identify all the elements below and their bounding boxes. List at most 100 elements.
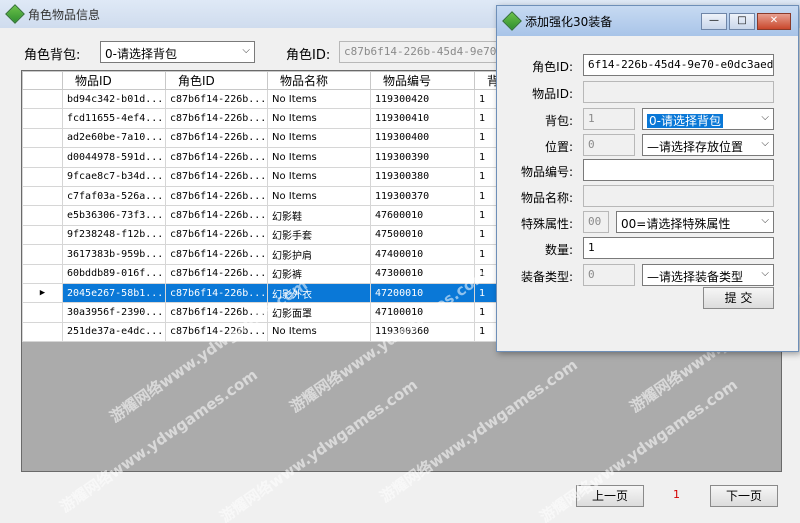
cell-item-code[interactable]: 47400010 <box>370 244 475 265</box>
cell-role-id[interactable]: c87b6f14-226b... <box>165 321 268 343</box>
row-header[interactable] <box>22 244 63 265</box>
cell-item-name[interactable]: 幻影护肩 <box>267 244 371 265</box>
table-row[interactable]: 30a3956f-2390... c87b6f14-226b... 幻影面罩 4710… <box>22 302 515 323</box>
table-row[interactable]: 60bddb89-016f... c87b6f14-226b... 幻影裤 47300… <box>22 263 515 284</box>
cell-item-name[interactable]: No Items <box>267 321 371 343</box>
cell-item-id[interactable]: fcd11655-4ef4... <box>62 108 166 129</box>
row-header[interactable] <box>22 185 63 207</box>
column-header-item-code[interactable]: 物品编号 <box>370 71 475 90</box>
row-header[interactable] <box>22 108 63 129</box>
table-row[interactable]: bd94c342-b01d... c87b6f14-226b... No Items… <box>22 88 515 110</box>
current-row-arrow-icon[interactable]: ▶ <box>22 282 63 304</box>
cell-item-name[interactable]: No Items <box>267 88 371 110</box>
dlg-role-id-field[interactable]: 6f14-226b-45d4-9e70-e0dc3aedf495 <box>583 54 774 76</box>
cell-item-id[interactable]: 2045e267-58b1... <box>62 282 166 304</box>
table-row[interactable]: c7faf03a-526a... c87b6f14-226b... No Items… <box>22 185 515 207</box>
cell-item-id[interactable]: bd94c342-b01d... <box>62 88 166 110</box>
cell-item-id[interactable]: 60bddb89-016f... <box>62 263 166 284</box>
dlg-equip-type-select[interactable]: —请选择装备类型 ⌵ <box>642 264 774 286</box>
table-row[interactable]: 251de37a-e4dc... c87b6f14-226b... No Items… <box>22 321 515 343</box>
column-header-item-id[interactable]: 物品ID <box>62 71 166 90</box>
row-header[interactable] <box>22 127 63 149</box>
bag-select[interactable]: 0-请选择背包 ⌵ <box>100 41 255 63</box>
table-row[interactable]: 3617383b-959b... c87b6f14-226b... 幻影护肩 4740… <box>22 244 515 265</box>
table-row[interactable]: ad2e60be-7a10... c87b6f14-226b... No Items… <box>22 127 515 149</box>
cell-role-id[interactable]: c87b6f14-226b... <box>165 302 268 323</box>
dlg-item-name-field[interactable] <box>583 185 774 207</box>
cell-item-name[interactable]: 幻影手套 <box>267 224 371 246</box>
cell-role-id[interactable]: c87b6f14-226b... <box>165 185 268 207</box>
minimize-button[interactable]: — <box>701 13 727 30</box>
row-header[interactable] <box>22 205 63 226</box>
cell-item-name[interactable]: 幻影外衣 <box>267 282 371 304</box>
table-row[interactable]: e5b36306-73f3... c87b6f14-226b... 幻影鞋 47600… <box>22 205 515 226</box>
cell-item-id[interactable]: d0044978-591d... <box>62 147 166 168</box>
maximize-button[interactable]: □ <box>729 13 755 30</box>
cell-item-name[interactable]: No Items <box>267 166 371 187</box>
cell-item-name[interactable]: 幻影面罩 <box>267 302 371 323</box>
cell-item-code[interactable]: 47300010 <box>370 263 475 284</box>
cell-item-id[interactable]: 9f238248-f12b... <box>62 224 166 246</box>
cell-role-id[interactable]: c87b6f14-226b... <box>165 88 268 110</box>
cell-item-code[interactable]: 47600010 <box>370 205 475 226</box>
dlg-quantity-field[interactable]: 1 <box>583 237 774 259</box>
dlg-special-select[interactable]: 00=请选择特殊属性 ⌵ <box>616 211 774 233</box>
cell-item-code[interactable]: 119300420 <box>370 88 475 110</box>
table-row[interactable]: fcd11655-4ef4... c87b6f14-226b... No Items… <box>22 108 515 129</box>
row-header[interactable] <box>22 302 63 323</box>
dlg-bag-select[interactable]: 0-请选择背包 ⌵ <box>642 108 774 130</box>
row-header[interactable] <box>22 147 63 168</box>
cell-item-code[interactable]: 119300390 <box>370 147 475 168</box>
cell-item-code[interactable]: 119300360 <box>370 321 475 343</box>
cell-item-name[interactable]: 幻影鞋 <box>267 205 371 226</box>
cell-item-code[interactable]: 119300370 <box>370 185 475 207</box>
cell-item-id[interactable]: e5b36306-73f3... <box>62 205 166 226</box>
cell-role-id[interactable]: c87b6f14-226b... <box>165 263 268 284</box>
row-header[interactable] <box>22 321 63 343</box>
cell-item-name[interactable]: No Items <box>267 185 371 207</box>
cell-role-id[interactable]: c87b6f14-226b... <box>165 108 268 129</box>
cell-item-id[interactable]: c7faf03a-526a... <box>62 185 166 207</box>
close-button[interactable]: ✕ <box>757 13 791 30</box>
dlg-bag-number[interactable]: 1 <box>583 108 635 130</box>
cell-item-code[interactable]: 119300410 <box>370 108 475 129</box>
cell-item-code[interactable]: 47200010 <box>370 282 475 304</box>
table-row[interactable]: d0044978-591d... c87b6f14-226b... No Items… <box>22 147 515 168</box>
cell-role-id[interactable]: c87b6f14-226b... <box>165 244 268 265</box>
cell-item-id[interactable]: 9fcae8c7-b34d... <box>62 166 166 187</box>
table-row[interactable]: ▶ 2045e267-58b1... c87b6f14-226b... 幻影外衣 472… <box>22 282 515 304</box>
dlg-special-number[interactable]: 00 <box>583 211 609 233</box>
dlg-item-id-field[interactable] <box>583 81 774 103</box>
cell-item-code[interactable]: 119300400 <box>370 127 475 149</box>
column-header-role-id[interactable]: 角色ID <box>165 71 268 90</box>
cell-item-name[interactable]: 幻影裤 <box>267 263 371 284</box>
cell-item-code[interactable]: 119300380 <box>370 166 475 187</box>
cell-role-id[interactable]: c87b6f14-226b... <box>165 282 268 304</box>
row-header[interactable] <box>22 88 63 110</box>
prev-page-button[interactable]: 上一页 <box>576 485 644 507</box>
cell-role-id[interactable]: c87b6f14-226b... <box>165 224 268 246</box>
column-header-item-name[interactable]: 物品名称 <box>267 71 371 90</box>
cell-item-name[interactable]: No Items <box>267 147 371 168</box>
cell-item-id[interactable]: 3617383b-959b... <box>62 244 166 265</box>
cell-item-code[interactable]: 47100010 <box>370 302 475 323</box>
next-page-button[interactable]: 下一页 <box>710 485 778 507</box>
row-header[interactable] <box>22 166 63 187</box>
cell-item-code[interactable]: 47500010 <box>370 224 475 246</box>
cell-role-id[interactable]: c87b6f14-226b... <box>165 205 268 226</box>
cell-item-id[interactable]: 30a3956f-2390... <box>62 302 166 323</box>
table-row[interactable]: 9f238248-f12b... c87b6f14-226b... 幻影手套 4750… <box>22 224 515 246</box>
cell-item-id[interactable]: 251de37a-e4dc... <box>62 321 166 343</box>
dlg-position-number[interactable]: 0 <box>583 134 635 156</box>
cell-item-id[interactable]: ad2e60be-7a10... <box>62 127 166 149</box>
dlg-position-select[interactable]: —请选择存放位置 ⌵ <box>642 134 774 156</box>
cell-role-id[interactable]: c87b6f14-226b... <box>165 147 268 168</box>
submit-button[interactable]: 提 交 <box>703 287 774 309</box>
role-id-field[interactable]: c87b6f14-226b-45d4-9e70-e0 <box>339 41 509 63</box>
cell-role-id[interactable]: c87b6f14-226b... <box>165 166 268 187</box>
row-header[interactable] <box>22 263 63 284</box>
dlg-equip-type-number[interactable]: 0 <box>583 264 635 286</box>
cell-item-name[interactable]: No Items <box>267 108 371 129</box>
cell-role-id[interactable]: c87b6f14-226b... <box>165 127 268 149</box>
row-header[interactable] <box>22 224 63 246</box>
